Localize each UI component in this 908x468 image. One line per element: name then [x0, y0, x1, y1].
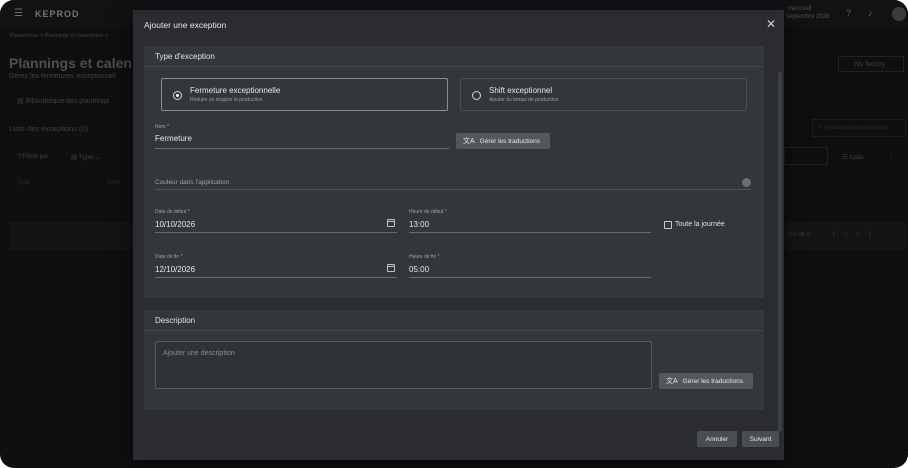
description-input[interactable]: Ajouter une description: [155, 341, 652, 389]
end-date-label: Date de fin *: [155, 254, 183, 260]
exception-type-title: Type d'exception: [155, 52, 215, 61]
calendar-icon[interactable]: [387, 264, 395, 272]
end-time-label: Heure de fin *: [409, 254, 440, 260]
description-placeholder: Ajouter une description: [163, 350, 235, 357]
translate-icon: 文A: [463, 138, 475, 145]
close-icon[interactable]: ✕: [766, 17, 776, 31]
app-window: ☰ KEPROD mercredi septembre 2026 ? ♪ Par…: [0, 0, 908, 468]
end-time-input[interactable]: 05:00: [409, 265, 429, 274]
dialog-title: Ajouter une exception: [144, 20, 227, 30]
start-date-underline: [155, 232, 397, 233]
start-time-input[interactable]: 13:00: [409, 220, 429, 229]
radio-unselected-icon: [472, 91, 481, 100]
manage-translations-button[interactable]: 文A Gérer les traductions: [659, 373, 753, 389]
color-underline: [155, 189, 751, 190]
start-time-label: Heure de début *: [409, 209, 447, 215]
option-fermeture[interactable]: Fermeture exceptionnelle Réduire ou stop…: [161, 78, 448, 111]
manage-translations-label: Gérer les traductions: [682, 377, 744, 385]
manage-translations-label: Gérer les traductions: [479, 137, 541, 145]
option-shift-subtitle: Ajouter du temps de production: [489, 97, 559, 103]
calendar-icon[interactable]: [387, 219, 395, 227]
next-button[interactable]: Suivant: [742, 431, 779, 447]
start-date-input[interactable]: 10/10/2026: [155, 220, 195, 229]
scrollbar[interactable]: [778, 72, 782, 432]
all-day-checkbox[interactable]: [664, 221, 672, 229]
end-date-input[interactable]: 12/10/2026: [155, 265, 195, 274]
option-fermeture-subtitle: Réduire ou stopper la production: [190, 97, 263, 103]
translate-icon: 文A: [666, 378, 678, 385]
cancel-button[interactable]: Annuler: [697, 431, 737, 447]
description-card: Description Ajouter une description 文A G…: [144, 310, 764, 410]
name-label: Nom *: [155, 124, 169, 130]
end-date-underline: [155, 277, 397, 278]
option-shift[interactable]: Shift exceptionnel Ajouter du temps de p…: [460, 78, 747, 111]
option-fermeture-title: Fermeture exceptionnelle: [190, 86, 281, 95]
color-label: Couleur dans l'application: [155, 179, 230, 186]
divider: [144, 330, 764, 331]
exception-type-card: Type d'exception Fermeture exceptionnell…: [144, 46, 764, 298]
name-input[interactable]: Fermeture: [155, 134, 192, 143]
all-day-label: Toute la journée: [675, 221, 725, 228]
option-shift-title: Shift exceptionnel: [489, 86, 553, 95]
start-time-underline: [409, 232, 651, 233]
radio-selected-icon: [173, 91, 182, 100]
add-exception-dialog: Ajouter une exception ✕ Type d'exception…: [133, 10, 784, 460]
manage-translations-button[interactable]: 文A Gérer les traductions: [456, 133, 550, 149]
name-underline: [155, 148, 449, 149]
color-picker[interactable]: [742, 178, 751, 187]
divider: [144, 66, 764, 67]
end-time-underline: [409, 277, 651, 278]
start-date-label: Date de début *: [155, 209, 190, 215]
description-title: Description: [155, 316, 196, 325]
